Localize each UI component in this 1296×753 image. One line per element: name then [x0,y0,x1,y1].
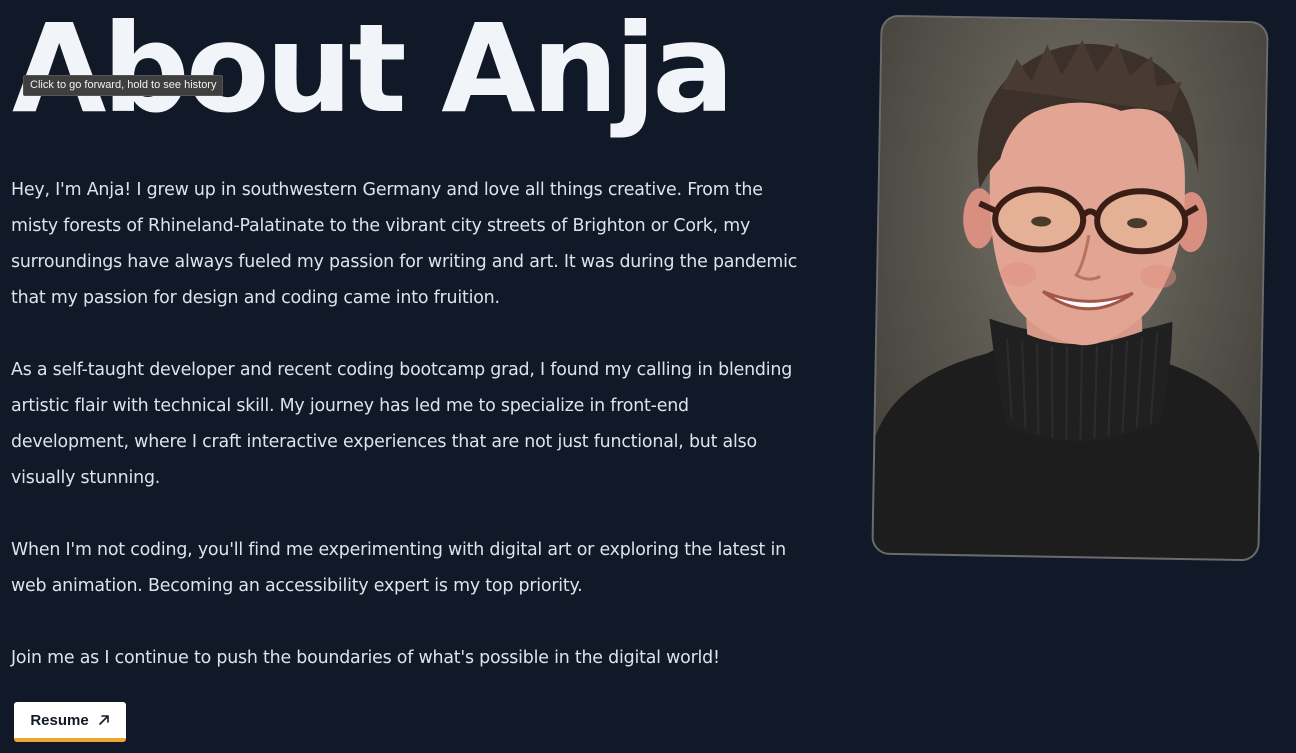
profile-photo [871,14,1269,562]
page-title: About Anja [12,0,735,140]
resume-button[interactable]: Resume [14,702,126,742]
bio-section: Hey, I'm Anja! I grew up in southwestern… [11,172,801,676]
bio-paragraph-intro: Hey, I'm Anja! I grew up in southwestern… [11,180,798,308]
resume-button-label: Resume [30,711,89,729]
navigation-tooltip: Click to go forward, hold to see history [23,75,224,96]
arrow-up-right-icon [98,714,110,726]
bio-paragraph-hobbies: When I'm not coding, you'll find me expe… [11,540,786,596]
bio-paragraph-developer: As a self-taught developer and recent co… [11,360,793,488]
bio-paragraph-closing: Join me as I continue to push the bounda… [11,648,720,668]
